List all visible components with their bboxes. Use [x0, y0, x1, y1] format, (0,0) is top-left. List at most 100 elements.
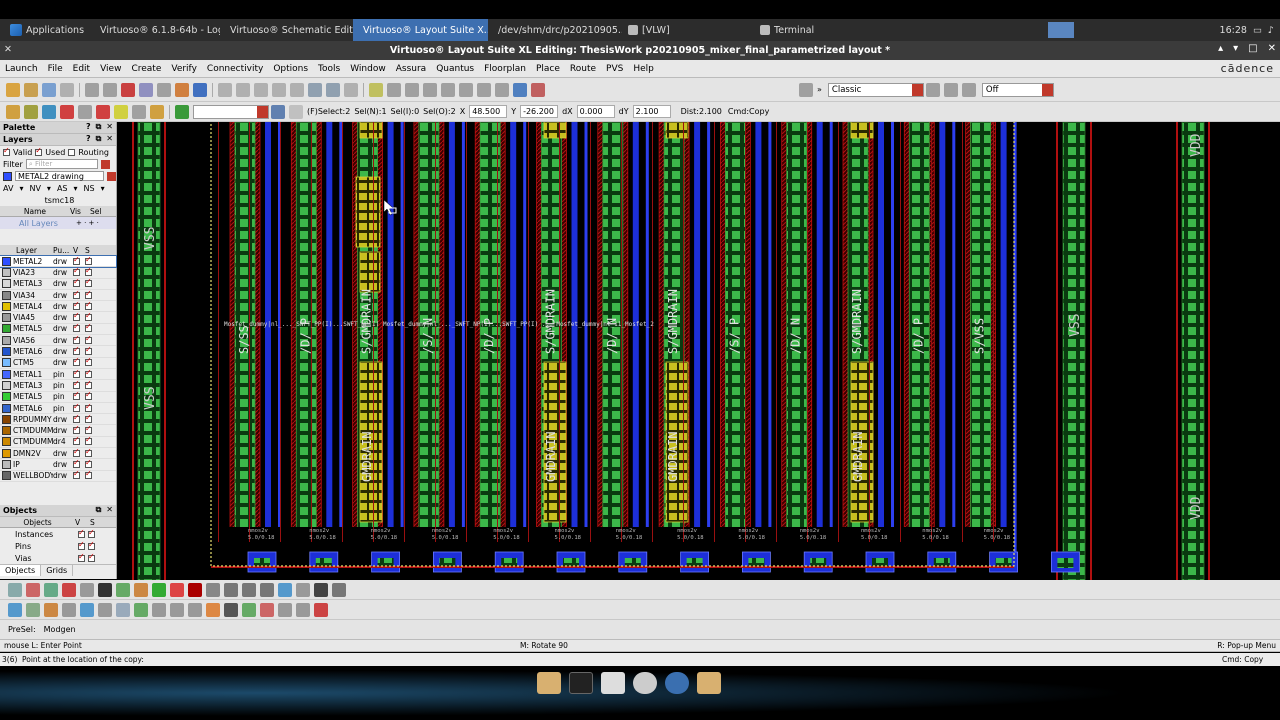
drc-icon[interactable]	[369, 82, 383, 97]
menu-connectivity[interactable]: Connectivity	[202, 64, 268, 74]
selectable-checkbox[interactable]	[88, 528, 95, 538]
all-layers-row[interactable]: All Layers + · + ·	[0, 217, 116, 229]
layer-selectable-checkbox[interactable]	[85, 413, 92, 423]
close-icon[interactable]: ✕	[1268, 43, 1276, 54]
help-icon[interactable]: ?	[86, 134, 91, 144]
zoom-out-icon[interactable]	[254, 82, 268, 97]
restore-icon[interactable]: ▾	[1233, 43, 1238, 54]
used-checkbox[interactable]	[35, 146, 43, 156]
warning-icon[interactable]	[114, 104, 128, 119]
layer-selectable-checkbox[interactable]	[85, 311, 92, 322]
delete-icon[interactable]	[121, 82, 135, 97]
task-layout-suite[interactable]: Virtuoso® Layout Suite X...	[353, 19, 489, 41]
layer-selectable-checkbox[interactable]	[85, 390, 92, 401]
probe-icon[interactable]	[44, 602, 58, 617]
align-icon[interactable]	[8, 582, 22, 597]
layer-visible-checkbox[interactable]	[73, 277, 80, 288]
hierarchy-up-icon[interactable]	[308, 82, 322, 97]
pan-icon[interactable]	[272, 82, 286, 97]
menu-quantus[interactable]: Quantus	[431, 64, 479, 74]
close-icon[interactable]: ✕	[106, 134, 113, 144]
menu-launch[interactable]: Launch	[0, 64, 43, 74]
layer-row[interactable]: RPDUMMY drw	[0, 413, 116, 426]
layer-selectable-checkbox[interactable]	[85, 255, 92, 265]
layer-visible-checkbox[interactable]	[73, 424, 80, 435]
shield-icon[interactable]	[80, 602, 94, 617]
menu-file[interactable]: File	[43, 64, 68, 74]
chevron-down-icon[interactable]	[911, 83, 923, 96]
waveform-icon[interactable]	[314, 602, 328, 617]
zoom-in-icon[interactable]	[236, 82, 250, 97]
close-icon[interactable]: ✕	[106, 122, 113, 132]
help-icon[interactable]: ?	[86, 122, 91, 132]
float-icon[interactable]: ⧉	[96, 505, 102, 515]
chevron-down-icon[interactable]	[1041, 83, 1053, 96]
new-icon[interactable]	[6, 82, 20, 97]
grid-toggle-icon[interactable]	[98, 582, 112, 597]
menu-view[interactable]: View	[95, 64, 126, 74]
layer-visible-checkbox[interactable]	[73, 435, 80, 446]
undo-icon[interactable]	[85, 82, 99, 97]
move-icon[interactable]	[175, 82, 189, 97]
network-icon[interactable]: ▭	[1253, 25, 1262, 36]
current-layer-select[interactable]: METAL2 drawing	[14, 171, 105, 181]
extract-icon[interactable]	[405, 82, 419, 97]
strand-icon[interactable]	[152, 602, 166, 617]
modgen-edit-icon[interactable]	[26, 582, 40, 597]
dx-field[interactable]: 0.000	[576, 105, 615, 118]
menu-place[interactable]: Place	[531, 64, 565, 74]
search-icon[interactable]	[665, 672, 689, 694]
stop-icon[interactable]	[188, 582, 202, 597]
tap-icon[interactable]	[296, 582, 310, 597]
measure-icon[interactable]	[62, 602, 76, 617]
pointer-icon[interactable]	[314, 582, 328, 597]
layer-row[interactable]: METAL6 pin	[0, 402, 116, 415]
layout-drawing[interactable]: VSS VSS VSS VDD VDD Mosfet_dummy|nl_..._…	[118, 122, 1280, 580]
workspace-select[interactable]: Classic	[827, 82, 924, 97]
browser-icon[interactable]	[633, 672, 657, 694]
menu-help[interactable]: Help	[628, 64, 659, 74]
menu-create[interactable]: Create	[126, 64, 166, 74]
chevron-down-icon[interactable]: ▾	[19, 184, 23, 193]
layer-visible-checkbox[interactable]	[73, 255, 80, 265]
layer-visible-checkbox[interactable]	[73, 300, 80, 310]
stamp-icon[interactable]	[224, 602, 238, 617]
layer-row[interactable]: METAL3 pin	[0, 379, 116, 392]
dummy-icon[interactable]	[278, 582, 292, 597]
flip-icon[interactable]	[278, 602, 292, 617]
layer-visible-checkbox[interactable]	[73, 334, 80, 344]
minimize-icon[interactable]: ▴	[1218, 43, 1223, 54]
layer-selectable-checkbox[interactable]	[85, 447, 92, 457]
chevron-down-icon[interactable]	[107, 171, 116, 181]
tab-grids[interactable]: Grids	[41, 565, 74, 576]
blank-icon[interactable]	[289, 104, 303, 119]
visible-checkbox[interactable]	[78, 540, 85, 550]
wire-assist-icon[interactable]	[8, 602, 22, 617]
av-button[interactable]: AV	[3, 184, 13, 193]
menu-verify[interactable]: Verify	[166, 64, 202, 74]
layer-row[interactable]: METAL6 drw	[0, 345, 116, 358]
layer-row[interactable]: CTMDUMM drw	[0, 424, 116, 437]
properties-icon[interactable]	[193, 82, 207, 97]
layout-canvas[interactable]: VSS VSS VSS VDD VDD Mosfet_dummy|nl_..._…	[118, 122, 1280, 580]
workspace-delete-icon[interactable]	[961, 82, 976, 97]
select-mode-icon[interactable]	[24, 104, 38, 119]
selectable-checkbox[interactable]	[88, 552, 95, 562]
pin-icon[interactable]	[495, 82, 509, 97]
routing-checkbox[interactable]	[68, 148, 76, 156]
grid-icon[interactable]	[132, 104, 146, 119]
bus-icon[interactable]	[98, 602, 112, 617]
pin-to-trunk-icon[interactable]	[188, 602, 202, 617]
maximize-icon[interactable]: □	[1248, 43, 1257, 54]
layer-visible-checkbox[interactable]	[73, 368, 80, 378]
ruler-icon[interactable]	[344, 82, 358, 97]
pattern-icon[interactable]	[332, 582, 346, 597]
layer-visible-checkbox[interactable]	[73, 402, 80, 412]
window-menu-icon[interactable]: ✕	[4, 44, 16, 56]
layer-visible-checkbox[interactable]	[73, 469, 80, 480]
redraw-icon[interactable]	[290, 82, 304, 97]
layer-visible-checkbox[interactable]	[73, 266, 80, 276]
layer-row[interactable]: METAL5 pin	[0, 390, 116, 403]
workspace-save-icon[interactable]	[925, 82, 940, 97]
stretch-icon[interactable]	[139, 82, 153, 97]
